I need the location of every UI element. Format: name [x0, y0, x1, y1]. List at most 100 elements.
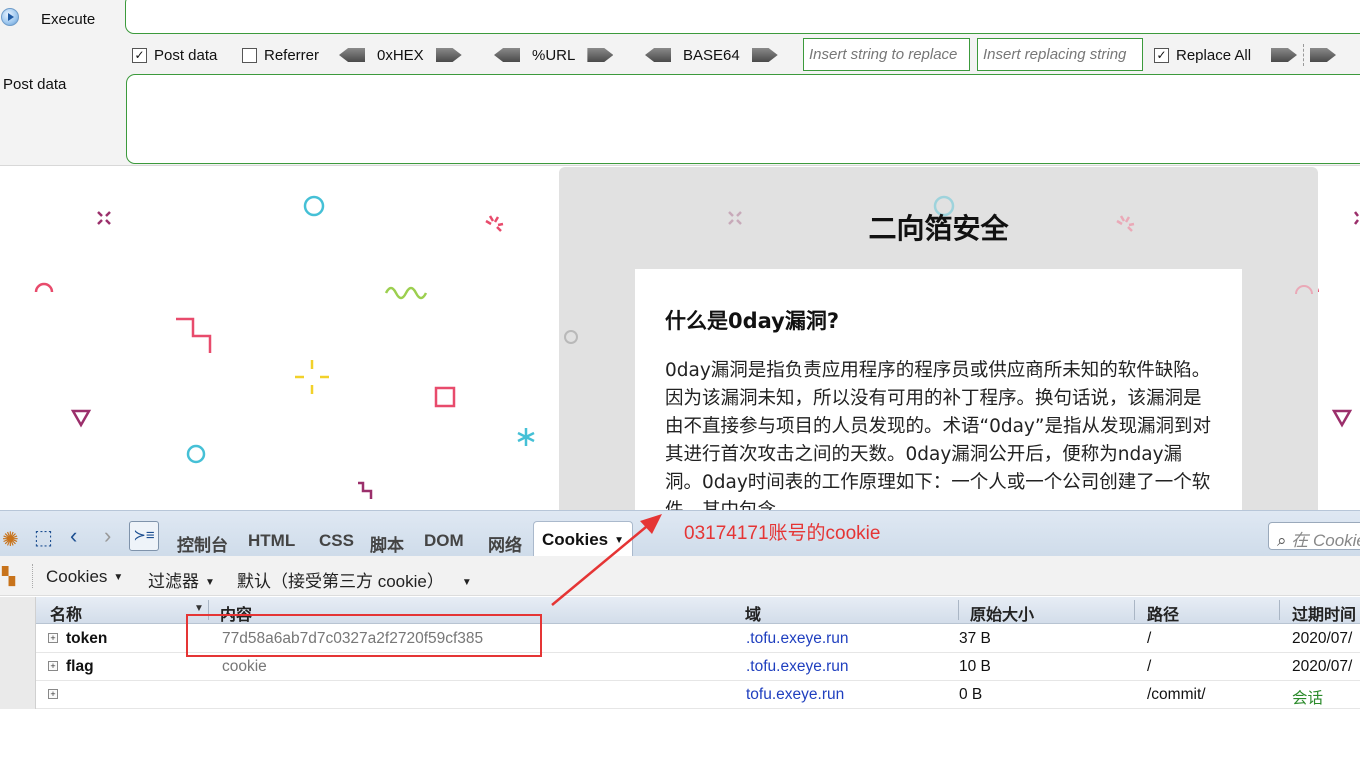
table-row[interactable]: + flag cookie .tofu.exeye.run 10 B / 202…: [36, 653, 1360, 681]
firebug-bug-icon[interactable]: ✺: [2, 527, 19, 552]
screen: Execute ✓ Post data Referrer 0xHEX %URL …: [0, 0, 1360, 759]
circle-icon: [186, 444, 206, 464]
tab-console[interactable]: 控制台: [177, 531, 228, 556]
replacing-string-input[interactable]: Insert replacing string: [977, 38, 1143, 71]
square-icon: [434, 386, 456, 408]
cookie-domain[interactable]: .tofu.exeye.run: [746, 630, 849, 648]
column-expires[interactable]: 过期时间: [1292, 601, 1356, 625]
cookie-path: /commit/: [1147, 686, 1206, 703]
chevron-down-icon: ▼: [461, 577, 472, 589]
article-body: 0day漏洞是指负责应用程序的程序员或供应商所未知的软件缺陷。因为该漏洞未知，所…: [665, 360, 1211, 510]
triangle-icon: [70, 409, 92, 428]
circle-icon: [303, 195, 325, 217]
stairs-small-icon: [358, 481, 373, 499]
column-separator[interactable]: [1279, 600, 1280, 620]
base64-encoder: BASE64: [645, 44, 778, 66]
site-title: 二向箔安全: [868, 212, 1009, 245]
column-raw-size[interactable]: 原始大小: [970, 601, 1034, 625]
post-data-label: Post data: [3, 76, 67, 93]
replace-all-label: Replace All: [1176, 46, 1252, 64]
tab-dom[interactable]: DOM: [424, 531, 464, 551]
command-line-icon[interactable]: ≻≡: [129, 521, 159, 551]
url-encoder: %URL: [494, 44, 614, 66]
referrer-option[interactable]: Referrer: [242, 44, 319, 66]
column-domain[interactable]: 域: [745, 601, 761, 625]
filter-menu[interactable]: 过滤器 ▼: [148, 567, 215, 592]
tab-html[interactable]: HTML: [248, 531, 295, 551]
referrer-checkbox-label: Referrer: [264, 46, 320, 64]
squiggle-icon: [384, 286, 428, 300]
forward-arrow-icon[interactable]: ›: [104, 523, 111, 549]
table-row[interactable]: + tofu.exeye.run 0 B /commit/ 会话: [36, 681, 1360, 709]
hackbar-panel: Execute ✓ Post data Referrer 0xHEX %URL …: [0, 0, 1360, 166]
cookie-expires: 2020/07/: [1292, 658, 1353, 675]
inspect-element-icon[interactable]: ⬚: [34, 525, 53, 550]
url-input[interactable]: [125, 0, 1360, 34]
cookie-size: 10 B: [959, 658, 991, 675]
replace-string-input[interactable]: Insert string to replace: [803, 38, 970, 71]
cookies-menu-label: Cookies: [46, 567, 108, 586]
base64-label: BASE64: [683, 46, 740, 64]
devtools-tabbar: ✺ ⬚ ‹ › ≻≡ 控制台 HTML CSS 脚本 DOM 网络 Cookie…: [0, 510, 1360, 557]
hex-decode-arrow-icon[interactable]: [339, 48, 365, 62]
base64-decode-arrow-icon[interactable]: [645, 48, 671, 62]
column-separator[interactable]: [958, 600, 959, 620]
base64-encode-arrow-icon[interactable]: [751, 48, 778, 62]
triangle-icon: [1331, 409, 1353, 428]
default-policy-menu[interactable]: 默认（接受第三方 cookie） ▼: [237, 567, 472, 592]
search-icon: ⌕: [1277, 531, 1292, 550]
url-encode-arrow-icon[interactable]: [587, 48, 614, 62]
circle-icon: [564, 330, 578, 344]
replace-arrow-icon[interactable]: [1271, 48, 1297, 62]
star-icon: [517, 428, 535, 446]
background-decoration: [34, 195, 535, 499]
hex-encoder: 0xHEX: [339, 44, 462, 66]
execute-button[interactable]: Execute: [41, 11, 95, 28]
sort-desc-icon: ▼: [194, 603, 204, 614]
post-data-option[interactable]: ✓ Post data: [132, 44, 217, 66]
annotation-label: 03174171账号的cookie: [684, 523, 881, 544]
burst-icon: [485, 215, 504, 232]
chevron-down-icon: ▼: [113, 572, 124, 584]
cookies-toolbar: ▚ Cookies ▼ 过滤器 ▼ 默认（接受第三方 cookie） ▼: [0, 556, 1360, 596]
default-policy-label: 默认（接受第三方 cookie）: [237, 572, 444, 591]
post-data-checkbox[interactable]: ✓: [132, 47, 147, 63]
post-data-checkbox-label: Post data: [154, 46, 218, 64]
sparkle-icon: [1354, 211, 1359, 225]
cookie-domain[interactable]: tofu.exeye.run: [746, 686, 844, 704]
cookie-size: 37 B: [959, 630, 991, 647]
referrer-checkbox[interactable]: [242, 47, 257, 63]
replace-all-option[interactable]: ✓ Replace All: [1154, 44, 1251, 66]
back-arrow-icon[interactable]: ‹: [70, 523, 77, 549]
cookies-menu[interactable]: Cookies ▼: [46, 567, 123, 587]
sparkle-icon: [97, 211, 111, 225]
content-panel: 二向箔安全 什么是0day漏洞? 0day漏洞是指负责应用程序的程序员或供应商所…: [559, 167, 1318, 510]
table-gutter: [0, 597, 36, 709]
tab-script[interactable]: 脚本: [370, 531, 404, 556]
replace-actions: [1271, 44, 1336, 66]
tab-network[interactable]: 网络: [488, 531, 522, 556]
column-name[interactable]: 名称: [50, 601, 82, 625]
annotation-highlight-box: [186, 614, 542, 657]
replace-all-checkbox[interactable]: ✓: [1154, 47, 1169, 63]
plus-icon: [295, 360, 329, 394]
execute-icon[interactable]: [1, 8, 19, 26]
expand-icon[interactable]: +: [48, 633, 58, 643]
divider: [32, 564, 33, 588]
hex-label: 0xHEX: [377, 46, 424, 64]
chevron-down-icon: ▼: [205, 577, 215, 589]
url-decode-arrow-icon[interactable]: [494, 48, 520, 62]
column-path[interactable]: 路径: [1147, 601, 1179, 625]
replace-next-arrow-icon[interactable]: [1310, 48, 1336, 62]
tab-css[interactable]: CSS: [319, 531, 354, 551]
hex-encode-arrow-icon[interactable]: [435, 48, 462, 62]
expand-icon[interactable]: +: [48, 661, 58, 671]
cookies-search-input[interactable]: ⌕ 在 Cookies 中搜索: [1268, 522, 1360, 550]
column-separator[interactable]: [1134, 600, 1135, 620]
cookie-domain[interactable]: .tofu.exeye.run: [746, 658, 849, 676]
arc-icon: [1295, 285, 1313, 295]
url-label: %URL: [532, 46, 576, 64]
cookie-name: token: [66, 630, 108, 647]
post-data-textarea[interactable]: [126, 74, 1360, 164]
expand-icon[interactable]: +: [48, 689, 58, 699]
